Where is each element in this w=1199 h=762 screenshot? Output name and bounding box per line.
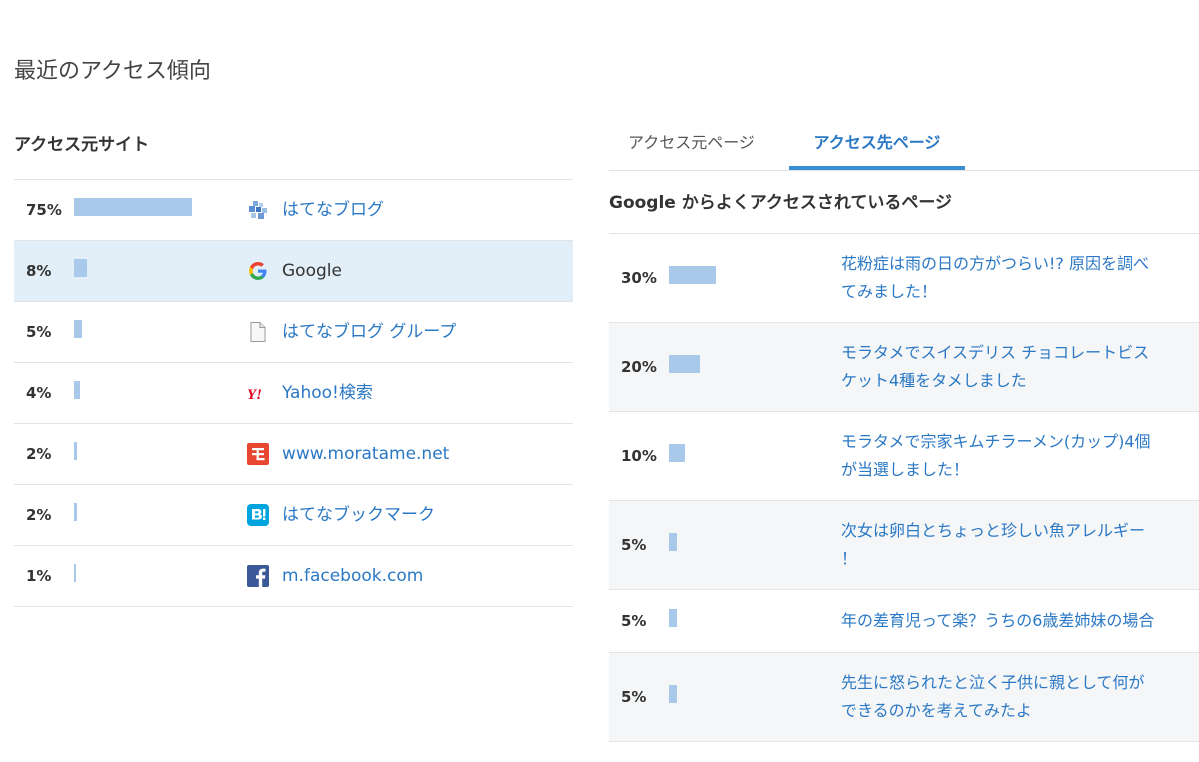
page-percent: 5% <box>621 612 647 630</box>
referrer-site-row: 2% はてなブックマーク <box>14 485 573 546</box>
google-page-row: 5% 先生に怒られたと泣く子供に親として何が できるのかを考えてみたよ <box>609 653 1199 742</box>
referrer-site-row: 2% www.moratame.net <box>14 424 573 485</box>
referrer-site-row: 4% Y! Yahoo!検索 <box>14 363 573 424</box>
google-page-row: 30% 花粉症は雨の日の方がつらい!? 原因を調べ てみました！ <box>609 234 1199 323</box>
page-bar <box>669 355 700 373</box>
page-link-line: ケット4種をタメしました <box>841 371 1027 390</box>
page-percent: 20% <box>621 358 657 376</box>
page-link[interactable]: モラタメで宗家キムチラーメン(カップ)4個 が当選しました！ <box>841 412 1191 500</box>
referrer-sites-panel: アクセス元サイト 75% はてなブログ 8% Google 5% はてなブログ … <box>14 130 573 607</box>
referrer-sites-title: アクセス元サイト <box>14 135 150 155</box>
referrer-sites-list: 75% はてなブログ 8% Google 5% はてなブログ グループ 4% Y… <box>14 179 573 607</box>
referrer-site-link[interactable]: m.facebook.com <box>282 546 423 606</box>
google-pages-list: 30% 花粉症は雨の日の方がつらい!? 原因を調べ てみました！ 20% モラタ… <box>609 233 1199 742</box>
referrer-bar <box>74 381 80 399</box>
google-page-row: 10% モラタメで宗家キムチラーメン(カップ)4個 が当選しました！ <box>609 412 1199 501</box>
google-icon <box>249 262 267 280</box>
referrer-bar <box>74 259 87 277</box>
referrer-percent: 75% <box>26 201 62 219</box>
page-link-line: 年の差育児って楽？うちの6歳差姉妹の場合 <box>841 611 1155 630</box>
hatena-bookmark-icon <box>247 504 269 526</box>
page-link[interactable]: 花粉症は雨の日の方がつらい!? 原因を調べ てみました！ <box>841 234 1191 322</box>
hatena-blog-icon <box>249 201 267 219</box>
page-link-line: 花粉症は雨の日の方がつらい!? 原因を調べ <box>841 254 1149 273</box>
page-link-line: 先生に怒られたと泣く子供に親として何が <box>841 673 1145 692</box>
referrer-site-row: 8% Google <box>14 241 573 302</box>
page-link[interactable]: モラタメでスイスデリス チョコレートビス ケット4種をタメしました <box>841 323 1191 411</box>
page-percent: 10% <box>621 447 657 465</box>
page-title: 最近のアクセス傾向 <box>14 59 211 84</box>
referrer-site-link[interactable]: www.moratame.net <box>282 424 449 484</box>
referrer-site-link[interactable]: Google <box>282 241 342 301</box>
google-page-row: 5% 次女は卵白とちょっと珍しい魚アレルギー ！ <box>609 501 1199 590</box>
referrer-percent: 1% <box>26 567 52 585</box>
svg-text:Y!: Y! <box>247 387 262 403</box>
referrer-bar <box>74 442 77 460</box>
referrer-bar <box>74 564 76 582</box>
tab-source-pages[interactable]: アクセス元ページ <box>628 118 755 168</box>
page-bar <box>669 533 677 551</box>
referrer-percent: 8% <box>26 262 52 280</box>
google-page-row: 5% 年の差育児って楽？うちの6歳差姉妹の場合 <box>609 590 1199 653</box>
referrer-bar <box>74 503 77 521</box>
facebook-icon <box>247 565 269 587</box>
page-bar <box>669 685 677 703</box>
page-percent: 5% <box>621 536 647 554</box>
page-link[interactable]: 次女は卵白とちょっと珍しい魚アレルギー ！ <box>841 501 1191 589</box>
page-percent: 5% <box>621 688 647 706</box>
referrer-site-link[interactable]: はてなブログ グループ <box>282 302 456 362</box>
page-link-line: できるのかを考えてみたよ <box>841 701 1032 720</box>
referrer-percent: 2% <box>26 445 52 463</box>
google-pages-title: Google からよくアクセスされているページ <box>609 193 953 213</box>
page-link-line: が当選しました！ <box>841 460 970 479</box>
page-link-line: てみました！ <box>841 282 938 301</box>
referrer-site-row: 5% はてなブログ グループ <box>14 302 573 363</box>
moratame-icon <box>247 443 269 465</box>
page-link-line: モラタメで宗家キムチラーメン(カップ)4個 <box>841 432 1151 451</box>
page-bar <box>669 266 716 284</box>
google-page-row: 20% モラタメでスイスデリス チョコレートビス ケット4種をタメしました <box>609 323 1199 412</box>
destination-pages-panel: アクセス元ページ アクセス先ページ Google からよくアクセスされているペー… <box>609 118 1199 742</box>
referrer-site-row: 75% はてなブログ <box>14 180 573 241</box>
yahoo-icon: Y! <box>247 387 262 403</box>
page-link-line: ！ <box>841 549 858 568</box>
referrer-site-link[interactable]: はてなブログ <box>282 180 384 240</box>
page-percent: 30% <box>621 269 657 287</box>
page-link[interactable]: 年の差育児って楽？うちの6歳差姉妹の場合 <box>841 590 1191 652</box>
page-link-line: モラタメでスイスデリス チョコレートビス <box>841 343 1150 362</box>
page-bar <box>669 444 685 462</box>
referrer-percent: 2% <box>26 506 52 524</box>
page-bar <box>669 609 677 627</box>
referrer-site-link[interactable]: Yahoo!検索 <box>282 363 373 423</box>
tab-destination-pages[interactable]: アクセス先ページ <box>789 118 965 170</box>
referrer-site-row: 1% m.facebook.com <box>14 546 573 607</box>
referrer-percent: 4% <box>26 384 52 402</box>
referrer-percent: 5% <box>26 323 52 341</box>
referrer-bar <box>74 198 192 216</box>
referrer-site-link[interactable]: はてなブックマーク <box>282 485 435 545</box>
page-tabs: アクセス元ページ アクセス先ページ <box>609 118 1199 171</box>
page-link-line: 次女は卵白とちょっと珍しい魚アレルギー <box>841 521 1146 540</box>
page-link[interactable]: 先生に怒られたと泣く子供に親として何が できるのかを考えてみたよ <box>841 653 1191 741</box>
document-icon <box>250 322 266 342</box>
referrer-bar <box>74 320 82 338</box>
